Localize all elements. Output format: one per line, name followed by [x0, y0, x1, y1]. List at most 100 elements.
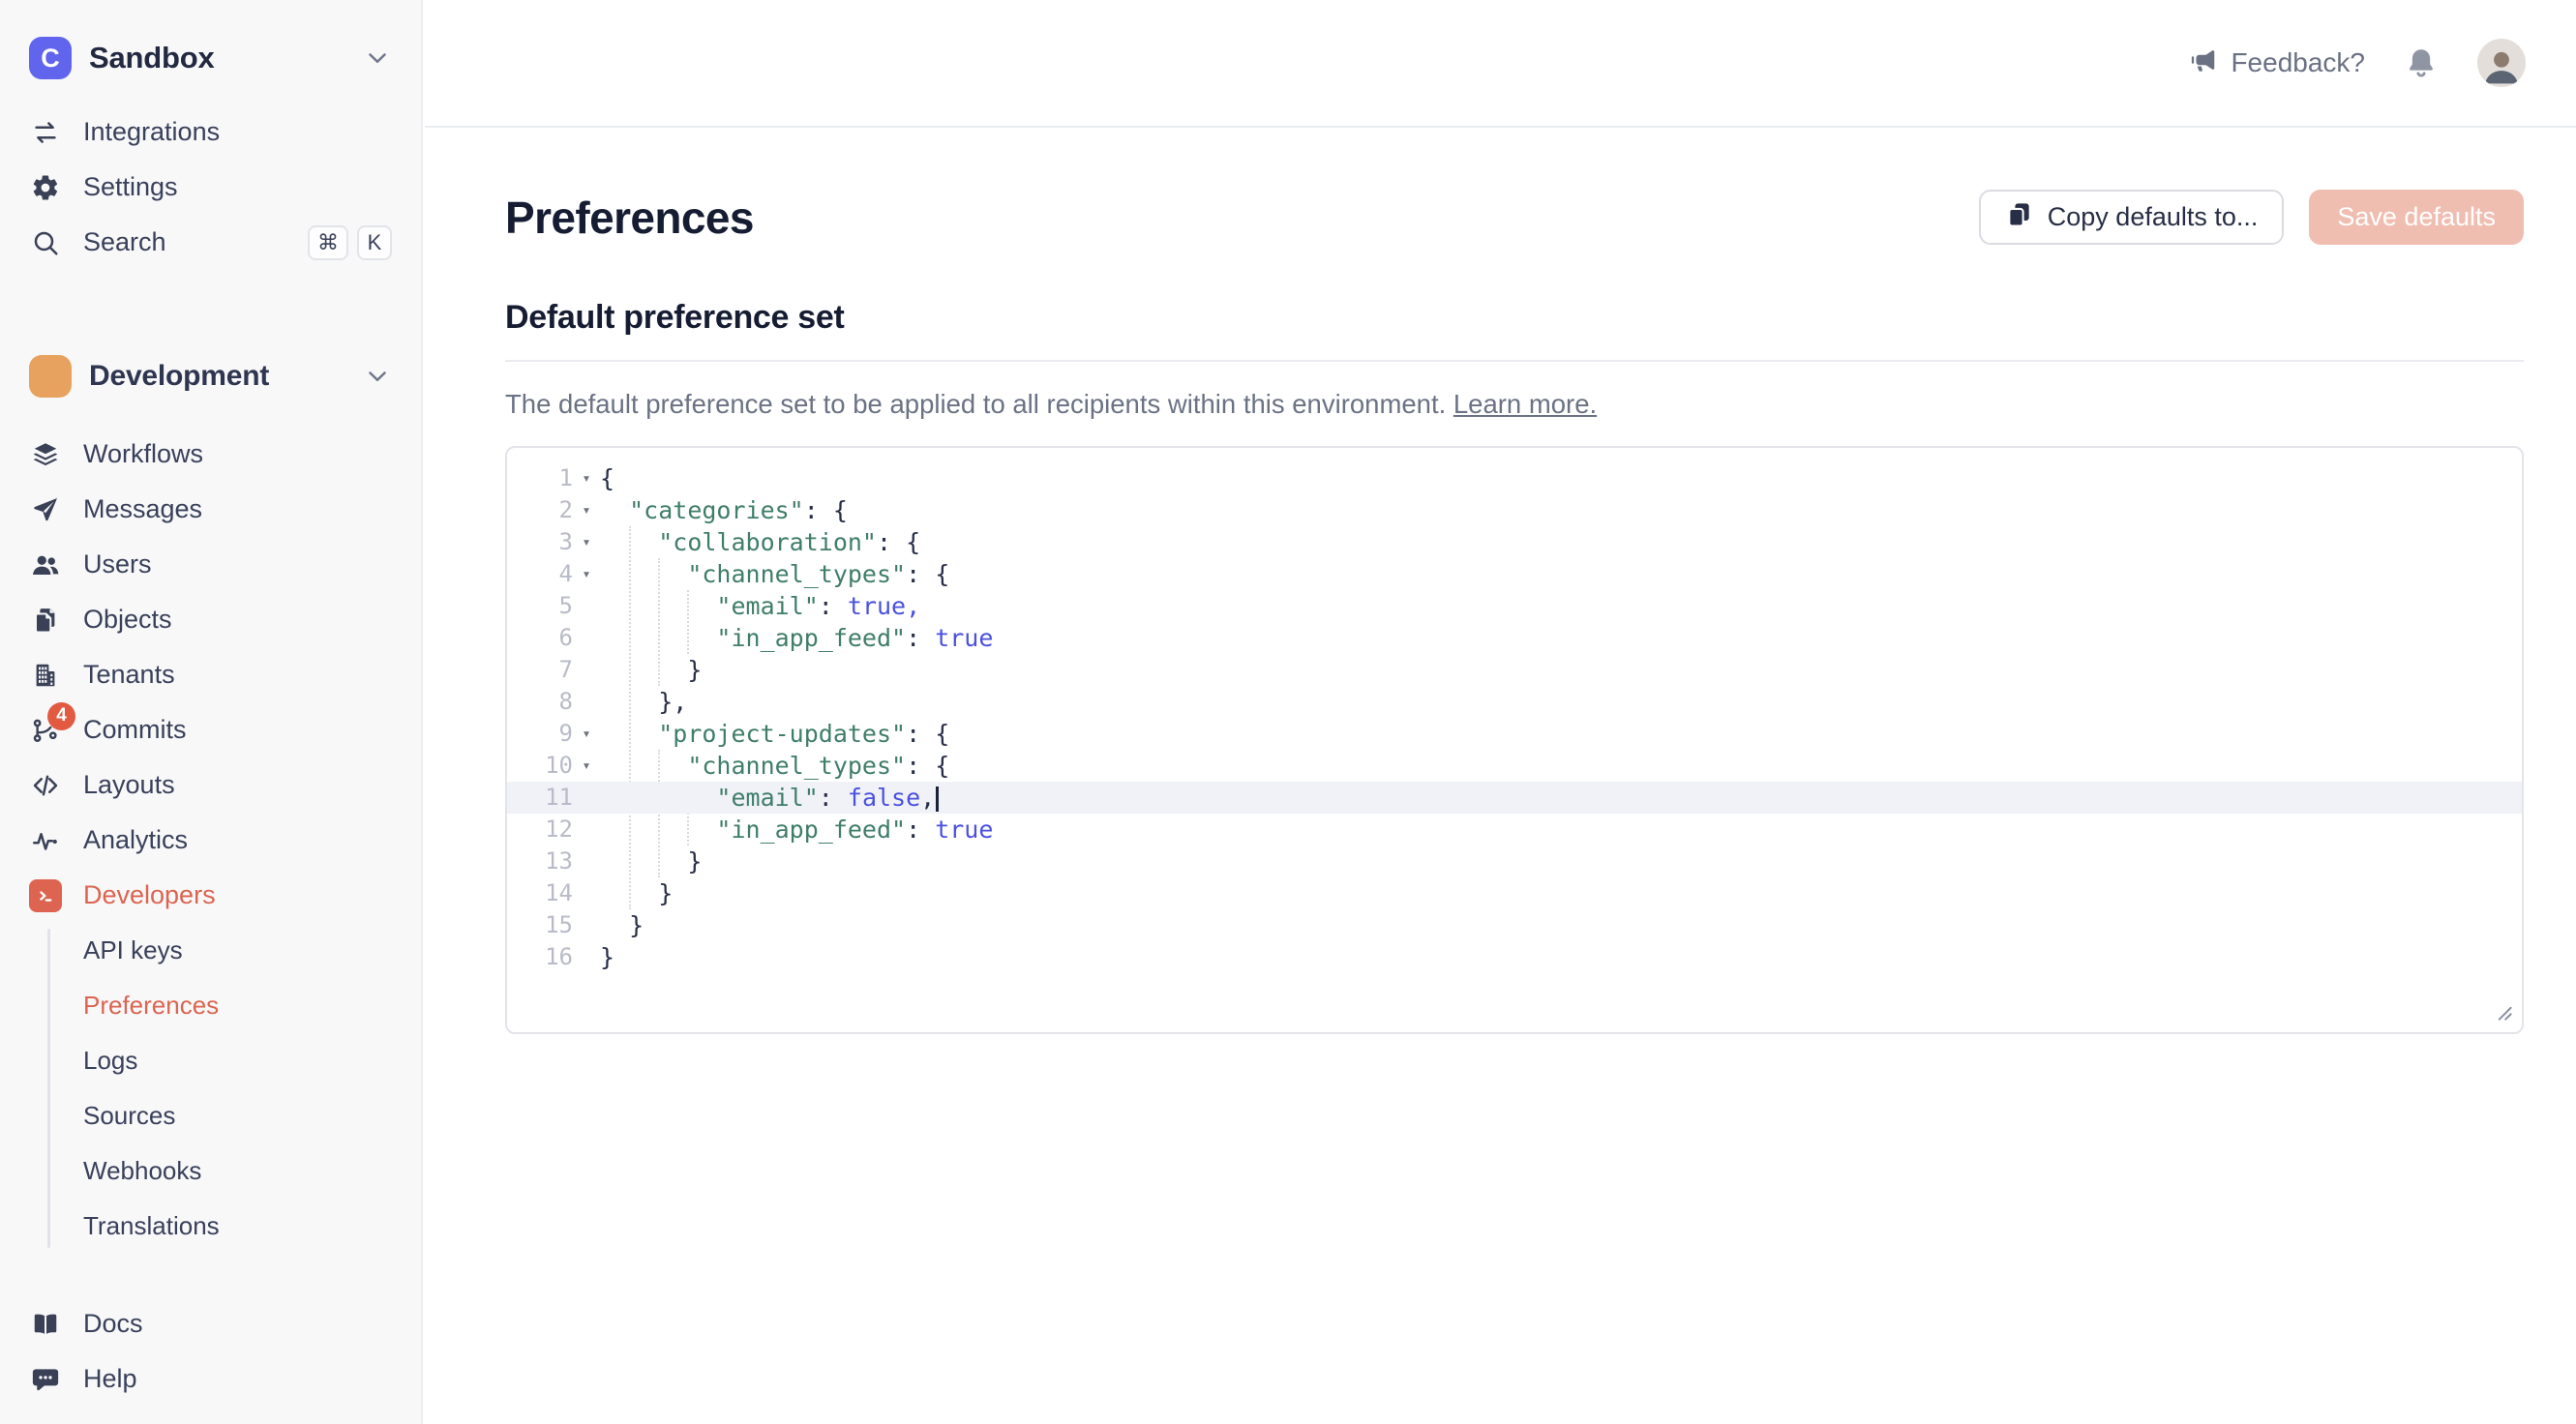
code-text: "channel_types": { [600, 750, 949, 782]
sidebar-item-label: Commits [83, 715, 187, 745]
copy-defaults-button[interactable]: Copy defaults to... [1979, 190, 2285, 245]
fold-arrow-icon[interactable]: ▾ [573, 526, 600, 558]
gear-icon [29, 171, 62, 204]
line-number: 9 [507, 718, 573, 750]
fold-arrow-icon[interactable]: ▾ [573, 462, 600, 494]
code-lines: 1▾{2▾ "categories": {3▾ "collaboration":… [507, 462, 2522, 973]
line-number: 5 [507, 590, 573, 622]
line-number: 1 [507, 462, 573, 494]
feedback-label: Feedback? [2231, 47, 2365, 78]
fold-arrow-icon[interactable]: ▾ [573, 750, 600, 782]
sidebar-item-analytics[interactable]: Analytics [0, 813, 421, 868]
sidebar-item-label: Workflows [83, 439, 203, 469]
code-line[interactable]: 15 } [507, 909, 2522, 941]
sidebar-item-messages[interactable]: Messages [0, 482, 421, 537]
environment-switcher[interactable]: Development [0, 351, 421, 401]
notifications-bell-button[interactable] [2404, 45, 2439, 80]
code-line[interactable]: 5 "email": true, [507, 590, 2522, 622]
line-number: 16 [507, 941, 573, 973]
code-line[interactable]: 16} [507, 941, 2522, 973]
fold-arrow-icon[interactable]: ▾ [573, 494, 600, 526]
sidebar-item-help[interactable]: Help [0, 1351, 421, 1407]
book-icon [29, 1308, 62, 1341]
code-line[interactable]: 1▾{ [507, 462, 2522, 494]
sidebar-subitem-logs[interactable]: Logs [0, 1033, 421, 1088]
fold-spacer [573, 622, 600, 654]
sidebar-subitem-webhooks[interactable]: Webhooks [0, 1143, 421, 1199]
code-line[interactable]: 2▾ "categories": { [507, 494, 2522, 526]
fold-spacer [573, 941, 600, 973]
code-text: } [600, 941, 614, 973]
sidebar-item-commits[interactable]: 4 Commits [0, 702, 421, 757]
objects-icon [29, 604, 62, 637]
sidebar-item-label: Help [83, 1364, 137, 1394]
building-icon [29, 659, 62, 692]
chevron-down-icon [363, 44, 392, 73]
code-line[interactable]: 9▾ "project-updates": { [507, 718, 2522, 750]
sidebar-item-label: Developers [83, 880, 216, 910]
commits-count-badge: 4 [47, 702, 75, 730]
line-number: 10 [507, 750, 573, 782]
code-line[interactable]: 11 "email": false, [507, 782, 2522, 814]
feedback-button[interactable]: Feedback? [2189, 45, 2365, 81]
code-line[interactable]: 6 "in_app_feed": true [507, 622, 2522, 654]
save-defaults-button[interactable]: Save defaults [2309, 190, 2524, 245]
sidebar-subitem-translations[interactable]: Translations [0, 1199, 421, 1254]
sidebar-item-layouts[interactable]: Layouts [0, 757, 421, 813]
code-text: "channel_types": { [600, 558, 949, 590]
sidebar-item-users[interactable]: Users [0, 537, 421, 592]
sidebar-subitem-preferences[interactable]: Preferences [0, 978, 421, 1033]
code-line[interactable]: 13 } [507, 846, 2522, 877]
sidebar-item-docs[interactable]: Docs [0, 1296, 421, 1351]
shortcut-key: ⌘ [308, 225, 348, 260]
sidebar-item-settings[interactable]: Settings [0, 160, 421, 215]
fold-spacer [573, 782, 600, 814]
sidebar-item-label: Settings [83, 172, 178, 202]
line-number: 2 [507, 494, 573, 526]
workspace-name: Sandbox [89, 41, 215, 75]
sidebar-item-workflows[interactable]: Workflows [0, 427, 421, 482]
sidebar-nav-environment: WorkflowsMessagesUsersObjectsTenants4Com… [0, 427, 421, 923]
line-number: 15 [507, 909, 573, 941]
code-line[interactable]: 3▾ "collaboration": { [507, 526, 2522, 558]
sidebar-item-developers[interactable]: Developers [0, 868, 421, 923]
sidebar-subitem-api-keys[interactable]: API keys [0, 923, 421, 978]
code-line[interactable]: 7 } [507, 654, 2522, 686]
sidebar-item-label: Messages [83, 494, 202, 524]
keyboard-shortcut: ⌘K [308, 225, 392, 260]
fold-spacer [573, 909, 600, 941]
git-branch-icon [29, 355, 72, 398]
user-avatar[interactable] [2477, 39, 2526, 87]
json-code-editor[interactable]: 1▾{2▾ "categories": {3▾ "collaboration":… [505, 446, 2524, 1034]
resize-handle-icon[interactable] [2490, 998, 2515, 1027]
commit-icon: 4 [29, 714, 62, 747]
code-line[interactable]: 14 } [507, 877, 2522, 909]
sidebar-item-label: Search [83, 227, 166, 257]
swap-icon [29, 116, 62, 149]
learn-more-link[interactable]: Learn more. [1453, 389, 1597, 419]
sidebar-item-integrations[interactable]: Integrations [0, 104, 421, 160]
code-line[interactable]: 12 "in_app_feed": true [507, 814, 2522, 846]
code-line[interactable]: 8 }, [507, 686, 2522, 718]
fold-arrow-icon[interactable]: ▾ [573, 718, 600, 750]
users-icon [29, 549, 62, 581]
sidebar-nav-bottom: Docs Help [0, 1296, 421, 1407]
preferences-page: Preferences Copy defaults to... Save def… [425, 190, 2576, 1034]
code-text: "in_app_feed": true [600, 622, 993, 654]
sidebar-subitem-sources[interactable]: Sources [0, 1088, 421, 1143]
fold-arrow-icon[interactable]: ▾ [573, 558, 600, 590]
sidebar-item-label: Integrations [83, 117, 220, 147]
shortcut-key: K [357, 225, 392, 260]
sidebar-item-objects[interactable]: Objects [0, 592, 421, 647]
code-line[interactable]: 10▾ "channel_types": { [507, 750, 2522, 782]
sidebar-item-tenants[interactable]: Tenants [0, 647, 421, 702]
chat-icon [29, 1363, 62, 1396]
code-line[interactable]: 4▾ "channel_types": { [507, 558, 2522, 590]
main-area: Feedback? Preferences Copy defaults to..… [425, 0, 2576, 1424]
workspace-switcher[interactable]: C Sandbox [0, 33, 421, 83]
sidebar-item-search[interactable]: Search⌘K [0, 215, 421, 270]
fold-spacer [573, 590, 600, 622]
code-text: "project-updates": { [600, 718, 949, 750]
sidebar-item-label: Objects [83, 605, 172, 635]
code-text: "categories": { [600, 494, 848, 526]
